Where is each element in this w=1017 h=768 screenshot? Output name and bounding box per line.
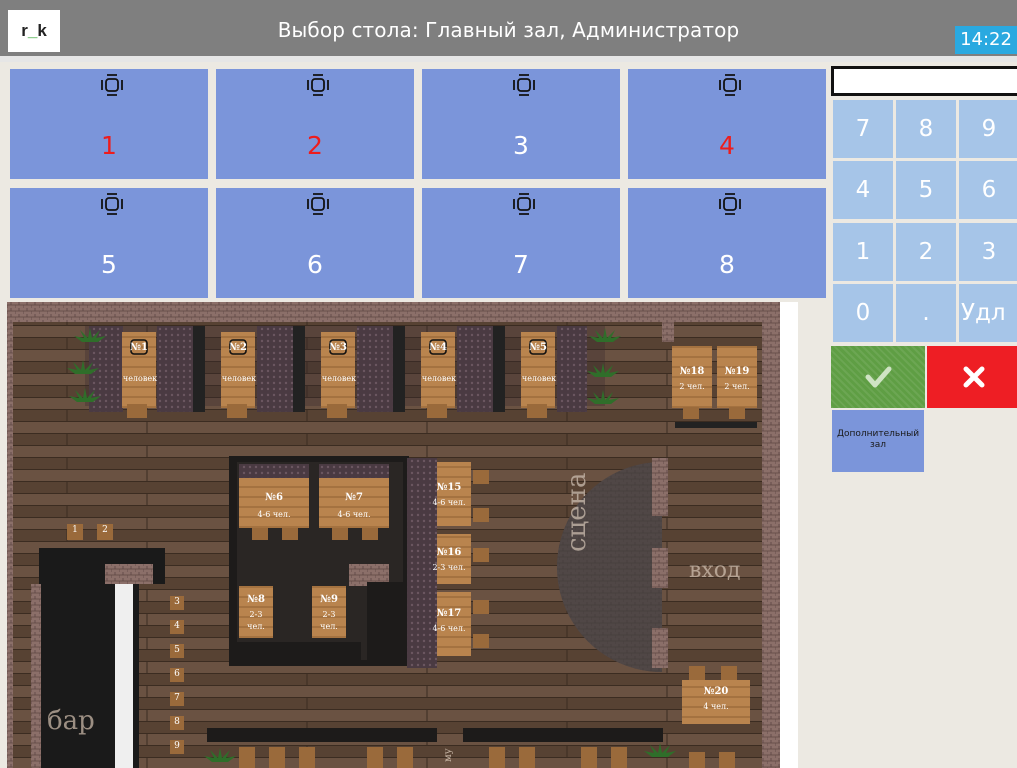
table-with-chairs-icon xyxy=(513,193,535,215)
additional-hall-label-2: зал xyxy=(869,440,887,450)
bar-seat-1: 1 xyxy=(72,525,78,535)
floor-table-20-label: №20 xyxy=(703,686,729,697)
floor-table-9-capacity: 2-3 xyxy=(322,610,336,619)
floor-table-4-capacity: человек xyxy=(421,374,457,383)
floor-table-16-capacity: 2-3 чел. xyxy=(432,563,466,572)
table-with-chairs-icon xyxy=(101,193,123,215)
floor-table-19-label: №19 xyxy=(724,366,750,377)
table-number: 7 xyxy=(513,250,529,279)
floor-table-9-label: №9 xyxy=(320,594,338,605)
entrance-label: вход xyxy=(689,558,741,583)
table-tile-4[interactable]: 4 xyxy=(628,69,826,179)
floor-plan-margin xyxy=(780,302,798,768)
bar-seat-4: 4 xyxy=(174,621,180,631)
table-with-chairs-icon xyxy=(719,193,741,215)
table-with-chairs-icon xyxy=(307,193,329,215)
key-8[interactable]: 8 xyxy=(896,100,956,158)
close-icon xyxy=(963,366,985,388)
floor-table-8-label: №8 xyxy=(247,594,265,605)
restroom-label: му xyxy=(443,748,454,762)
table-number: 6 xyxy=(307,250,323,279)
bar-seat-9: 9 xyxy=(174,741,180,751)
key-0[interactable]: 0 xyxy=(833,284,893,342)
floor-table-17-label: №17 xyxy=(436,608,462,619)
bar-seat-7: 7 xyxy=(174,693,180,703)
table-tile-6[interactable]: 6 xyxy=(216,188,414,298)
floor-table-16-label: №16 xyxy=(436,547,462,558)
key-2[interactable]: 2 xyxy=(896,223,956,281)
floor-table-4-label: №4 xyxy=(429,342,447,353)
floor-table-1-capacity: человек xyxy=(122,374,158,383)
bar-seat-2: 2 xyxy=(102,525,108,535)
confirm-button[interactable] xyxy=(831,346,925,408)
key-decimal[interactable]: . xyxy=(896,284,956,342)
table-selection-screen: r_k Выбор стола: Главный зал, Администра… xyxy=(0,0,1017,768)
floor-table-18-capacity: 2 чел. xyxy=(679,382,705,391)
key-9[interactable]: 9 xyxy=(959,100,1017,158)
floor-table-19-capacity: 2 чел. xyxy=(724,382,750,391)
table-number: 5 xyxy=(101,250,117,279)
page-title: Выбор стола: Главный зал, Администратор xyxy=(277,18,740,42)
table-with-chairs-icon xyxy=(513,74,535,96)
bar-seat-3: 3 xyxy=(174,597,180,607)
clock: 14:22 xyxy=(955,26,1017,54)
bar-seat-5: 5 xyxy=(174,645,180,655)
floor-table-18-label: №18 xyxy=(679,366,705,377)
floor-table-5-label: №5 xyxy=(529,342,547,353)
bar-label: бар xyxy=(47,706,95,736)
bar-seat-6: 6 xyxy=(174,669,180,679)
checkmark-icon xyxy=(865,366,892,388)
table-number: 8 xyxy=(719,250,735,279)
header-bar: r_k Выбор стола: Главный зал, Администра… xyxy=(0,0,1017,62)
floor-table-15-label: №15 xyxy=(436,482,462,493)
floor-table-2-label: №2 xyxy=(229,342,247,353)
table-tile-2[interactable]: 2 xyxy=(216,69,414,179)
floor-table-6-capacity: 4-6 чел. xyxy=(257,510,291,519)
stage-label: сцена xyxy=(562,472,592,553)
table-tile-8[interactable]: 8 xyxy=(628,188,826,298)
floor-table-5-capacity: человек xyxy=(521,374,557,383)
key-7[interactable]: 7 xyxy=(833,100,893,158)
floor-table-8-capacity: 2-3 xyxy=(249,610,263,619)
floor-table-3-capacity: человек xyxy=(321,374,357,383)
floor-table-9-unit: чел. xyxy=(320,622,338,631)
key-4[interactable]: 4 xyxy=(833,161,893,219)
floor-table-7-label: №7 xyxy=(345,492,363,503)
floor-table-17-capacity: 4-6 чел. xyxy=(432,624,466,633)
key-5[interactable]: 5 xyxy=(896,161,956,219)
floor-table-8-unit: чел. xyxy=(247,622,265,631)
keypad-display[interactable] xyxy=(831,66,1017,96)
table-tile-5[interactable]: 5 xyxy=(10,188,208,298)
floor-plan-map xyxy=(7,302,780,768)
table-number: 1 xyxy=(101,131,117,160)
floor-table-15-capacity: 4-6 чел. xyxy=(432,498,466,507)
table-number: 3 xyxy=(513,131,529,160)
key-6[interactable]: 6 xyxy=(959,161,1017,219)
table-tile-1[interactable]: 1 xyxy=(10,69,208,179)
key-delete[interactable]: Удл xyxy=(959,284,1017,342)
bar-seat-8: 8 xyxy=(174,717,180,727)
cancel-button[interactable] xyxy=(927,346,1017,408)
table-with-chairs-icon xyxy=(307,74,329,96)
table-with-chairs-icon xyxy=(719,74,741,96)
table-number: 2 xyxy=(307,131,323,160)
key-1[interactable]: 1 xyxy=(833,223,893,281)
floor-table-1-label: №1 xyxy=(130,342,148,353)
table-tile-3[interactable]: 3 xyxy=(422,69,620,179)
table-number: 4 xyxy=(719,131,735,160)
floor-table-7-capacity: 4-6 чел. xyxy=(337,510,371,519)
floor-table-2-capacity: человек xyxy=(221,374,257,383)
floor-table-20-capacity: 4 чел. xyxy=(703,702,729,711)
floor-table-3-label: №3 xyxy=(329,342,347,353)
key-3[interactable]: 3 xyxy=(959,223,1017,281)
floor-table-6-label: №6 xyxy=(265,492,283,503)
floor-plan[interactable]: №1 человек №2 человек №3 человек №4 чело… xyxy=(7,302,780,768)
additional-hall-label: Дополнительный xyxy=(836,429,920,439)
table-tile-7[interactable]: 7 xyxy=(422,188,620,298)
table-with-chairs-icon xyxy=(101,74,123,96)
additional-hall-button[interactable]: Дополнительный зал xyxy=(832,410,924,472)
